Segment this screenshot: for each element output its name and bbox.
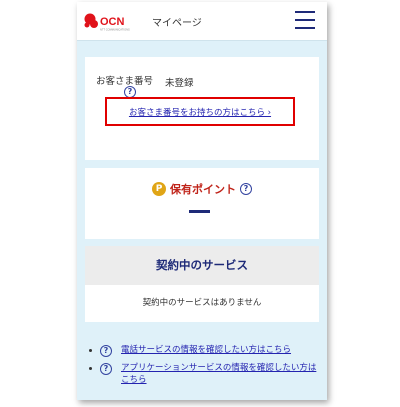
customer-number-card: お客さま番号 未登録 ? お客さま番号をお持ちの方はこちら › xyxy=(85,57,319,160)
points-title: 保有ポイント xyxy=(170,183,236,196)
mobile-frame: OCN NTT COMMUNICATIONS マイページ お客さま番号 未登録 … xyxy=(77,2,327,400)
logo-text: OCN xyxy=(100,16,125,28)
help-links: ? 電話サービスの情報を確認したい方はこちら ? アプリケーションサービスの情報… xyxy=(87,344,322,392)
bullet xyxy=(89,367,92,370)
header-title: マイページ xyxy=(152,18,202,29)
logo-tagline: NTT COMMUNICATIONS xyxy=(100,28,130,32)
customer-number-link[interactable]: お客さま番号をお持ちの方はこちら › xyxy=(129,106,271,118)
help-icon[interactable]: ? xyxy=(100,363,112,375)
services-title: 契約中のサービス xyxy=(85,246,319,285)
point-coin-icon: P xyxy=(152,182,166,196)
list-item: ? 電話サービスの情報を確認したい方はこちら xyxy=(87,344,322,357)
customer-number-label: お客さま番号 xyxy=(96,76,154,87)
list-item: ? アプリケーションサービスの情報を確認したい方はこちら xyxy=(87,362,322,386)
phone-service-link[interactable]: 電話サービスの情報を確認したい方はこちら xyxy=(121,345,291,355)
application-service-link[interactable]: アプリケーションサービスの情報を確認したい方はこちら xyxy=(121,363,316,385)
help-icon[interactable]: ? xyxy=(100,345,112,357)
ocn-logo[interactable]: OCN NTT COMMUNICATIONS xyxy=(83,10,139,32)
points-header: P 保有ポイント? xyxy=(85,181,319,197)
bullet xyxy=(89,349,92,352)
services-empty-message: 契約中のサービスはありません xyxy=(142,298,262,308)
customer-number-value: 未登録 xyxy=(165,78,194,89)
header: OCN NTT COMMUNICATIONS マイページ xyxy=(77,2,327,41)
services-card: 契約中のサービス 契約中のサービスはありません xyxy=(85,246,319,322)
customer-number-link-highlight: お客さま番号をお持ちの方はこちら › xyxy=(105,97,295,126)
help-icon[interactable]: ? xyxy=(240,183,252,195)
hamburger-menu-icon[interactable] xyxy=(295,10,315,30)
points-card: P 保有ポイント? xyxy=(85,168,319,239)
points-value-dash xyxy=(189,210,210,213)
